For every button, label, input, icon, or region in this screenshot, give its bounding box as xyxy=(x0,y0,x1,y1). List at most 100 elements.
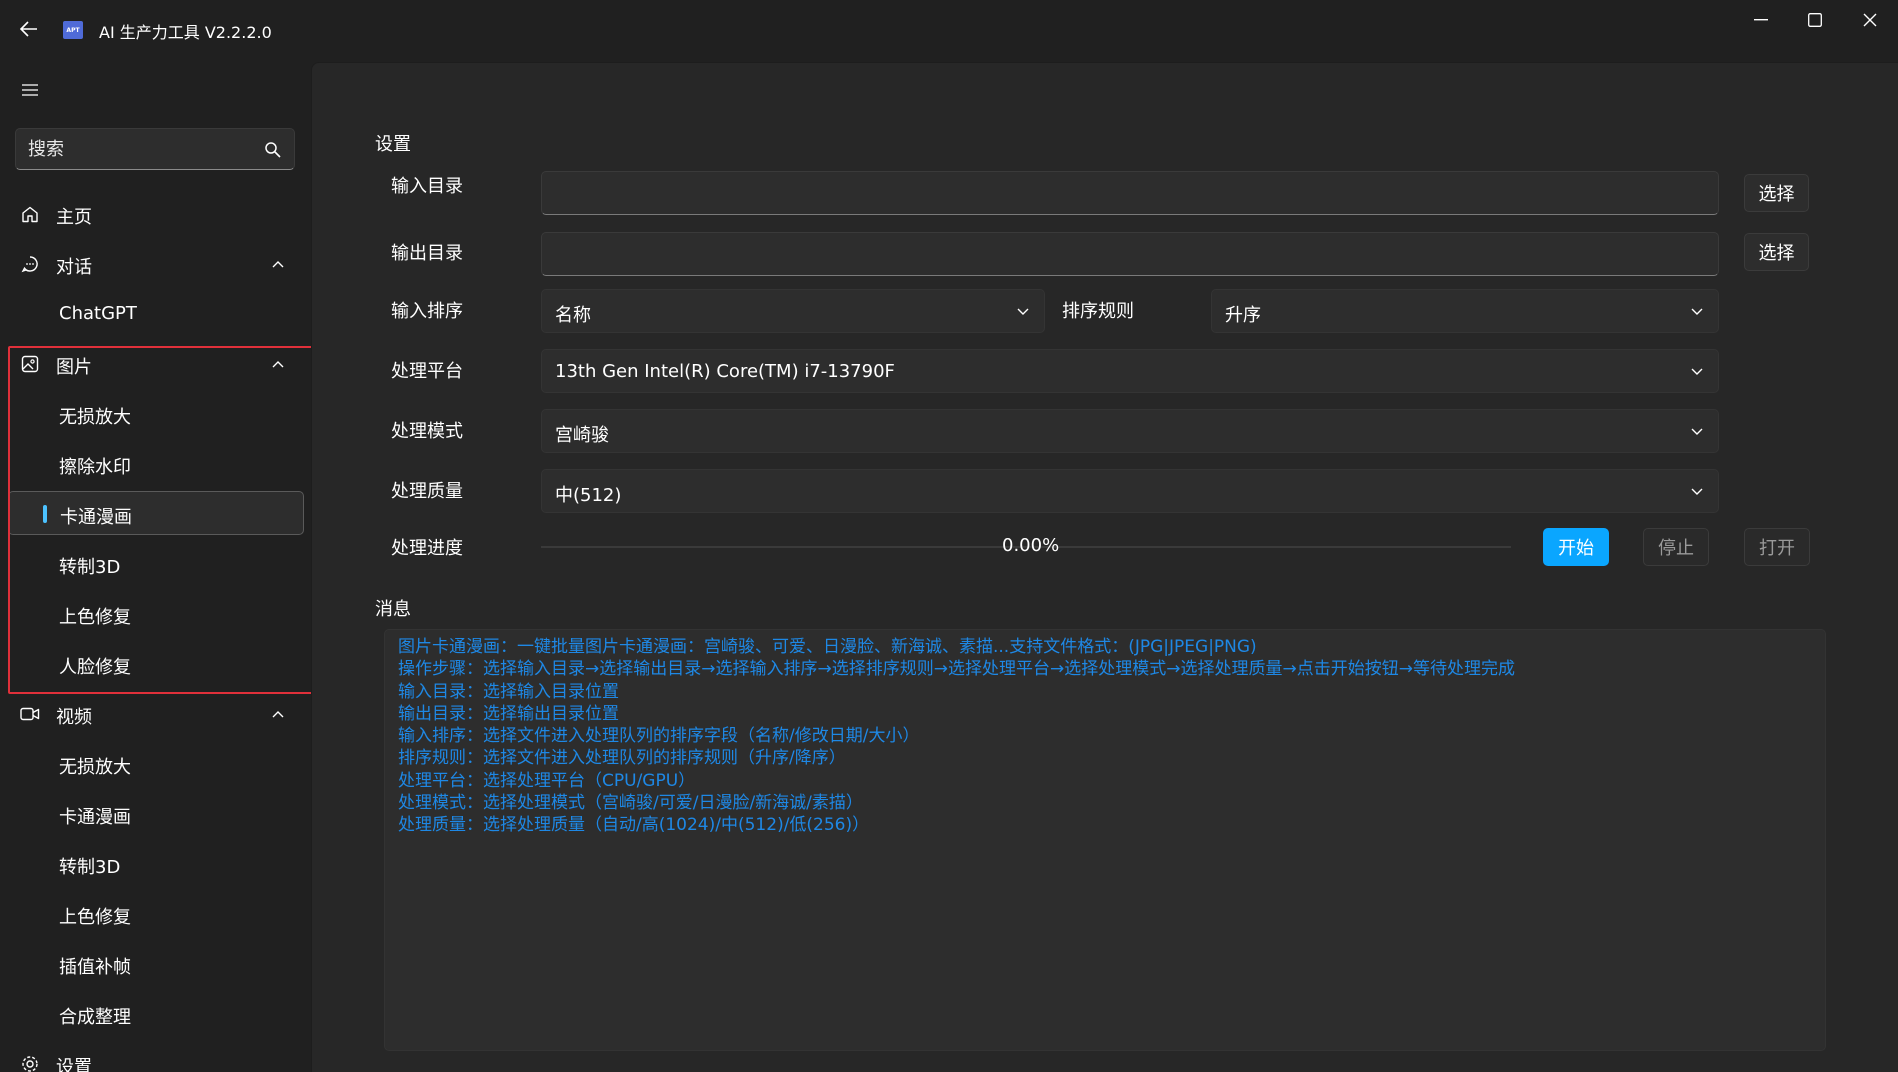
search-box[interactable] xyxy=(15,128,295,170)
output-dir-label: 输出目录 xyxy=(391,243,463,264)
sidebar-item-label: 转制3D xyxy=(59,857,121,878)
message-line: 排序规则：选择文件进入处理队列的排序规则（升序/降序） xyxy=(398,748,846,769)
message-line: 图片卡通漫画：一键批量图片卡通漫画：宫崎骏、可爱、日漫脸、新海诚、素描...支持… xyxy=(398,637,1257,657)
sidebar-item-label: 上色修复 xyxy=(59,907,131,928)
selection-indicator xyxy=(43,505,47,523)
chevron-down-icon xyxy=(1690,305,1704,319)
gear-icon xyxy=(20,1055,40,1072)
minimize-icon[interactable] xyxy=(1733,0,1789,40)
home-icon xyxy=(20,205,40,223)
sidebar-item-image[interactable]: 图片 xyxy=(8,342,304,386)
sidebar-item-video[interactable]: 视频 xyxy=(8,692,304,736)
message-log[interactable]: 图片卡通漫画：一键批量图片卡通漫画：宫崎骏、可爱、日漫脸、新海诚、素描...支持… xyxy=(384,629,1826,1051)
message-line: 输入排序：选择文件进入处理队列的排序字段（名称/修改日期/大小） xyxy=(398,726,920,747)
sidebar-item-chat[interactable]: 对话 xyxy=(8,242,304,286)
platform-label: 处理平台 xyxy=(391,361,463,382)
sidebar-item-video-3d[interactable]: 转制3D xyxy=(8,842,304,886)
sidebar-item-video-colorize[interactable]: 上色修复 xyxy=(8,892,304,936)
chevron-up-icon[interactable] xyxy=(270,706,286,722)
sidebar-item-settings[interactable]: 设置 xyxy=(8,1042,304,1072)
progress-percent: 0.00% xyxy=(1002,535,1060,556)
sidebar-item-label: ChatGPT xyxy=(59,303,137,324)
message-line: 输出目录：选择输出目录位置 xyxy=(398,703,619,724)
back-arrow-icon[interactable] xyxy=(14,14,44,44)
sidebar-item-label: 人脸修复 xyxy=(59,657,131,678)
sidebar-item-video-cartoon[interactable]: 卡通漫画 xyxy=(8,792,304,836)
title-bar: APT AI 生产力工具 V2.2.2.0 xyxy=(0,0,1898,62)
sidebar-item-image-face[interactable]: 人脸修复 xyxy=(8,642,304,686)
sidebar-item-label: 转制3D xyxy=(59,557,121,578)
sidebar-item-image-3d[interactable]: 转制3D xyxy=(8,542,304,586)
message-line: 处理平台：选择处理平台（CPU/GPU） xyxy=(398,770,696,791)
chevron-up-icon[interactable] xyxy=(270,356,286,372)
quality-select-value: 中(512) xyxy=(555,485,622,506)
sort-select[interactable]: 名称 xyxy=(541,289,1045,333)
search-icon[interactable] xyxy=(264,141,282,159)
choose-output-button[interactable]: 选择 xyxy=(1744,233,1809,271)
rule-select[interactable]: 升序 xyxy=(1211,289,1719,333)
sidebar-item-label: 对话 xyxy=(56,257,92,278)
sidebar-item-label: 插值补帧 xyxy=(59,957,131,978)
sidebar-item-label: 卡通漫画 xyxy=(59,807,131,828)
sidebar-item-label: 视频 xyxy=(56,707,92,728)
maximize-icon[interactable] xyxy=(1787,0,1843,40)
window-title: AI 生产力工具 V2.2.2.0 xyxy=(99,23,272,42)
chevron-down-icon xyxy=(1690,425,1704,439)
chevron-down-icon xyxy=(1690,365,1704,379)
input-dir-label: 输入目录 xyxy=(391,176,463,197)
platform-select[interactable]: 13th Gen Intel(R) Core(TM) i7-13790F xyxy=(541,349,1719,393)
sidebar-item-video-upscale[interactable]: 无损放大 xyxy=(8,742,304,786)
sidebar-item-label: 无损放大 xyxy=(59,757,131,778)
output-dir-field[interactable] xyxy=(541,232,1719,276)
main-panel: 设置 输入目录 选择 输出目录 选择 输入排序 名称 排序规则 升序 处理平台 … xyxy=(311,62,1898,1072)
settings-section-title: 设置 xyxy=(375,134,411,155)
sidebar-item-label: 上色修复 xyxy=(59,607,131,628)
image-icon xyxy=(20,355,40,373)
close-icon[interactable] xyxy=(1842,0,1898,40)
chevron-down-icon xyxy=(1016,305,1030,319)
sort-label: 输入排序 xyxy=(391,301,463,322)
sidebar-item-video-compose[interactable]: 合成整理 xyxy=(8,992,304,1036)
app-logo: APT xyxy=(63,21,83,39)
sidebar-item-label: 卡通漫画 xyxy=(60,507,132,528)
sidebar-item-label: 无损放大 xyxy=(59,407,131,428)
sidebar-item-home[interactable]: 主页 xyxy=(8,192,304,236)
chat-bubble-icon xyxy=(20,255,40,273)
mode-label: 处理模式 xyxy=(391,421,463,442)
stop-button[interactable]: 停止 xyxy=(1643,528,1709,566)
open-button[interactable]: 打开 xyxy=(1744,528,1810,566)
sidebar-item-video-interp[interactable]: 插值补帧 xyxy=(8,942,304,986)
video-camera-icon xyxy=(20,705,40,723)
message-line: 输入目录：选择输入目录位置 xyxy=(398,681,619,702)
sidebar-item-chatgpt[interactable]: ChatGPT xyxy=(8,292,304,336)
mode-select-value: 宫崎骏 xyxy=(555,425,609,446)
sidebar-item-label: 主页 xyxy=(56,207,92,228)
choose-input-button[interactable]: 选择 xyxy=(1744,174,1809,212)
quality-label: 处理质量 xyxy=(391,481,463,502)
sidebar-item-label: 图片 xyxy=(56,357,92,378)
sidebar-item-image-watermark[interactable]: 擦除水印 xyxy=(8,442,304,486)
rule-label: 排序规则 xyxy=(1062,301,1134,322)
sort-select-value: 名称 xyxy=(555,305,591,326)
sidebar-item-image-upscale[interactable]: 无损放大 xyxy=(8,392,304,436)
rule-select-value: 升序 xyxy=(1225,305,1261,326)
app-window: APT AI 生产力工具 V2.2.2.0 主页 xyxy=(0,0,1898,1072)
start-button[interactable]: 开始 xyxy=(1543,528,1609,566)
sidebar-item-image-cartoon[interactable]: 卡通漫画 xyxy=(8,491,304,535)
mode-select[interactable]: 宫崎骏 xyxy=(541,409,1719,453)
messages-section-title: 消息 xyxy=(375,599,411,620)
message-line: 处理模式：选择处理模式（宫崎骏/可爱/日漫脸/新海诚/素描） xyxy=(398,793,863,814)
sidebar-item-label: 擦除水印 xyxy=(59,457,131,478)
message-line: 操作步骤：选择输入目录→选择输出目录→选择输入排序→选择排序规则→选择处理平台→… xyxy=(398,659,1515,680)
sidebar-item-label: 合成整理 xyxy=(59,1007,131,1028)
quality-select[interactable]: 中(512) xyxy=(541,469,1719,513)
menu-hamburger-icon[interactable] xyxy=(16,76,44,104)
sidebar-item-label: 设置 xyxy=(56,1057,92,1072)
chevron-up-icon[interactable] xyxy=(270,256,286,272)
input-dir-field[interactable] xyxy=(541,171,1719,215)
sidebar-item-image-colorize[interactable]: 上色修复 xyxy=(8,592,304,636)
chevron-down-icon xyxy=(1690,485,1704,499)
progress-label: 处理进度 xyxy=(391,538,463,559)
search-input[interactable] xyxy=(28,137,248,161)
platform-select-value: 13th Gen Intel(R) Core(TM) i7-13790F xyxy=(555,361,895,382)
